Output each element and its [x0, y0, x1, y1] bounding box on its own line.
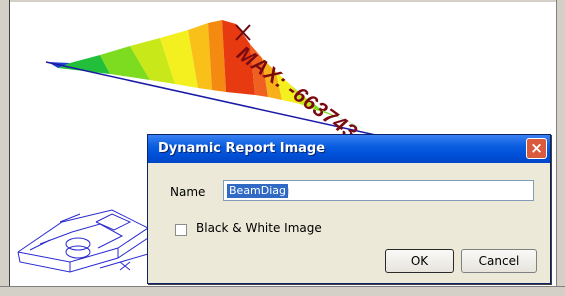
- dynamic-report-image-dialog: Dynamic Report Image × Name BeamDiag Bla…: [147, 134, 551, 284]
- black-white-checkbox[interactable]: [175, 224, 187, 236]
- dialog-title: Dynamic Report Image: [158, 141, 326, 156]
- wireframe-model: [17, 209, 149, 273]
- name-input[interactable]: [223, 180, 534, 201]
- window-frame-top: [0, 0, 565, 2]
- window-frame-right: [556, 0, 565, 296]
- close-button[interactable]: ×: [526, 138, 547, 159]
- dialog-titlebar[interactable]: Dynamic Report Image ×: [148, 135, 550, 163]
- window-frame-bottom: [0, 286, 565, 296]
- ok-button[interactable]: OK: [385, 249, 454, 273]
- window-frame-inner-left: [9, 0, 10, 296]
- close-icon: ×: [530, 139, 543, 157]
- name-label: Name: [170, 185, 206, 199]
- black-white-checkbox-label[interactable]: Black & White Image: [196, 221, 322, 235]
- cancel-button[interactable]: Cancel: [461, 249, 537, 273]
